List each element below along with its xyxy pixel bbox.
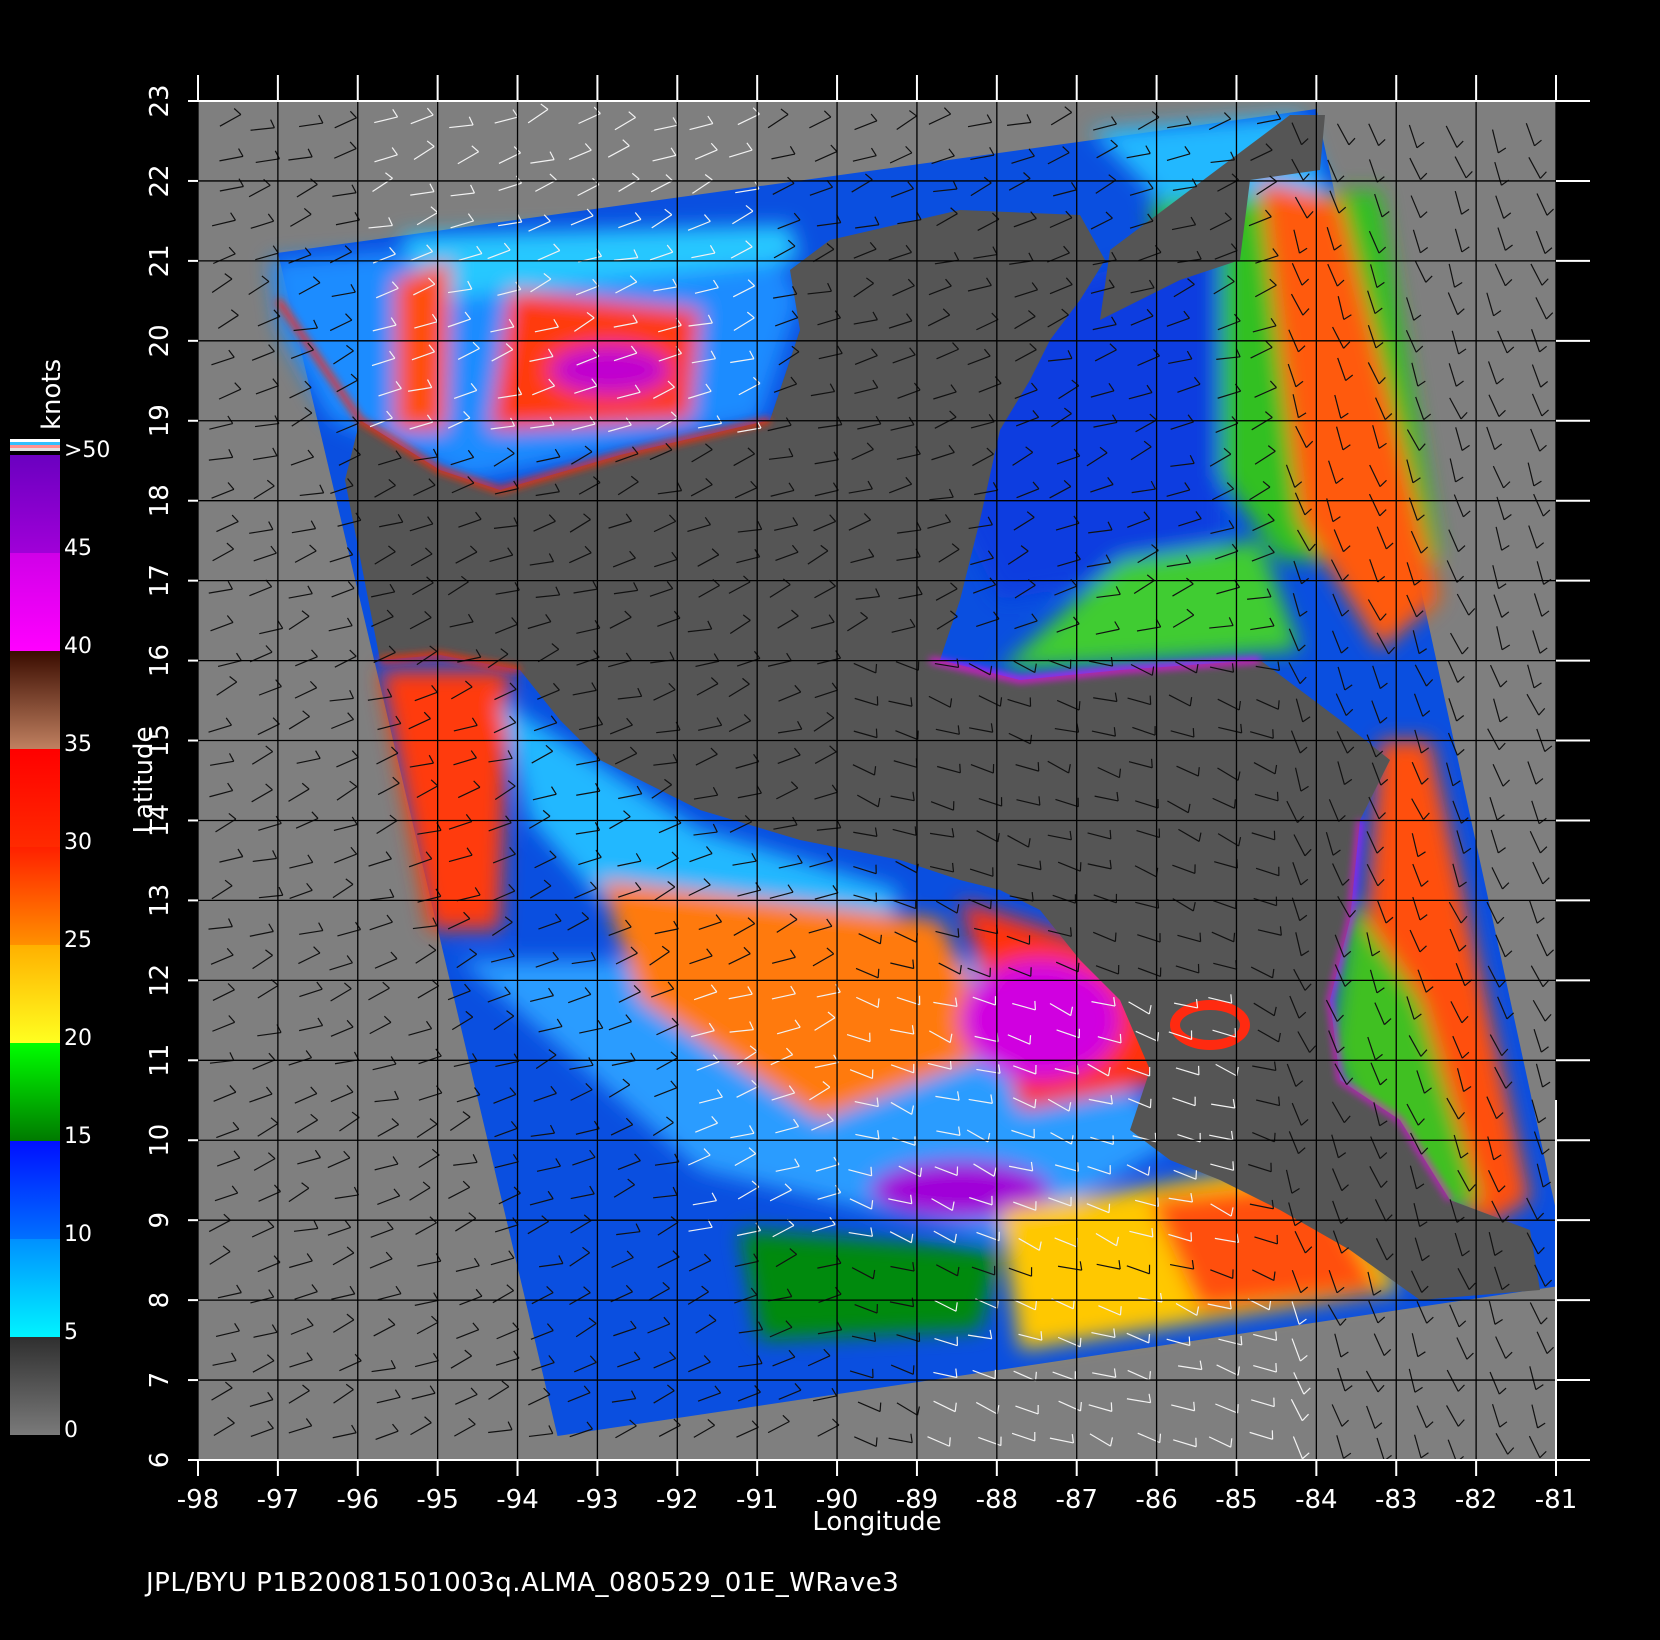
x-tick-label: -82 xyxy=(1455,1485,1497,1515)
colorbar-cap xyxy=(10,442,60,445)
colorbar-band xyxy=(10,1239,60,1337)
y-axis-label: Latitude xyxy=(129,726,159,833)
x-tick-label: -92 xyxy=(656,1485,698,1515)
wind-speed-map-figure: -98 -97 -96 -95 -94 -93 -92 -91 -90 -89 -88 -87 -86-… xyxy=(10,75,1590,1537)
x-tick-label: -85 xyxy=(1215,1485,1257,1515)
y-tick-label: 18 xyxy=(145,484,175,517)
colorbar-tick-labels: 0 5 10 15 20 25 30 35 40 45 >50 xyxy=(64,438,110,1443)
x-tick-label: -88 xyxy=(976,1485,1018,1515)
x-tick-label: -81 xyxy=(1535,1485,1577,1515)
colorbar-tick-label: 20 xyxy=(64,1026,92,1051)
colorbar-tick-label: 0 xyxy=(64,1418,78,1443)
x-tick-label: -96 xyxy=(337,1485,379,1515)
y-tick-label: 12 xyxy=(145,964,175,997)
x-tick-label: -98 xyxy=(177,1485,219,1515)
colorbar-band xyxy=(10,1043,60,1141)
colorbar-tick-label: 40 xyxy=(64,634,92,659)
y-tick-label: 23 xyxy=(145,84,175,117)
y-tick-label: 9 xyxy=(145,1212,175,1229)
colorbar-cap xyxy=(10,445,60,448)
colorbar-tick-label: 10 xyxy=(64,1222,92,1247)
y-tick-label: 6 xyxy=(145,1452,175,1469)
y-tick-label: 13 xyxy=(145,884,175,917)
colorbar-band xyxy=(10,651,60,749)
colorbar-tick-label: 45 xyxy=(64,536,92,561)
colorbar-band xyxy=(10,1337,60,1435)
y-tick-label: 20 xyxy=(145,324,175,357)
colorbar-unit-label: knots xyxy=(37,359,67,430)
colorbar-band xyxy=(10,553,60,651)
y-tick-label: 7 xyxy=(145,1372,175,1389)
x-tick-label: -91 xyxy=(736,1485,778,1515)
colorbar-band xyxy=(10,945,60,1043)
colorbar-band xyxy=(10,749,60,847)
x-tick-label: -94 xyxy=(496,1485,538,1515)
colorbar-tick-label: 30 xyxy=(64,830,92,855)
figure-title: JPL/BYU P1B20081501003q.ALMA_080529_01E_… xyxy=(146,1568,900,1598)
colorbar-band xyxy=(10,455,60,553)
colorbar-band xyxy=(10,1141,60,1239)
x-tick-label: -86 xyxy=(1135,1485,1177,1515)
x-tick-label: -87 xyxy=(1055,1485,1097,1515)
y-tick-label: 10 xyxy=(145,1124,175,1157)
colorbar xyxy=(10,439,60,1435)
x-tick-label: -84 xyxy=(1295,1485,1337,1515)
y-tick-label: 17 xyxy=(145,564,175,597)
x-tick-label: -95 xyxy=(416,1485,458,1515)
colorbar-tick-label: 25 xyxy=(64,928,92,953)
y-tick-label: 22 xyxy=(145,164,175,197)
x-tick-label: -97 xyxy=(257,1485,299,1515)
x-tick-label: -93 xyxy=(576,1485,618,1515)
colorbar-tick-label: 5 xyxy=(64,1320,78,1345)
y-tick-label: 16 xyxy=(145,644,175,677)
colorbar-cap xyxy=(10,439,60,442)
colorbar-band xyxy=(10,847,60,945)
colorbar-tick-label: 35 xyxy=(64,732,92,757)
y-tick-label: 19 xyxy=(145,404,175,437)
y-tick-label: 11 xyxy=(145,1044,175,1077)
y-tick-label: 8 xyxy=(145,1292,175,1309)
colorbar-tick-label: >50 xyxy=(64,438,110,463)
x-tick-label: -83 xyxy=(1375,1485,1417,1515)
x-axis-label: Longitude xyxy=(812,1507,941,1537)
y-tick-label: 21 xyxy=(145,244,175,277)
colorbar-tick-label: 15 xyxy=(64,1124,92,1149)
colorbar-cap xyxy=(10,448,60,451)
